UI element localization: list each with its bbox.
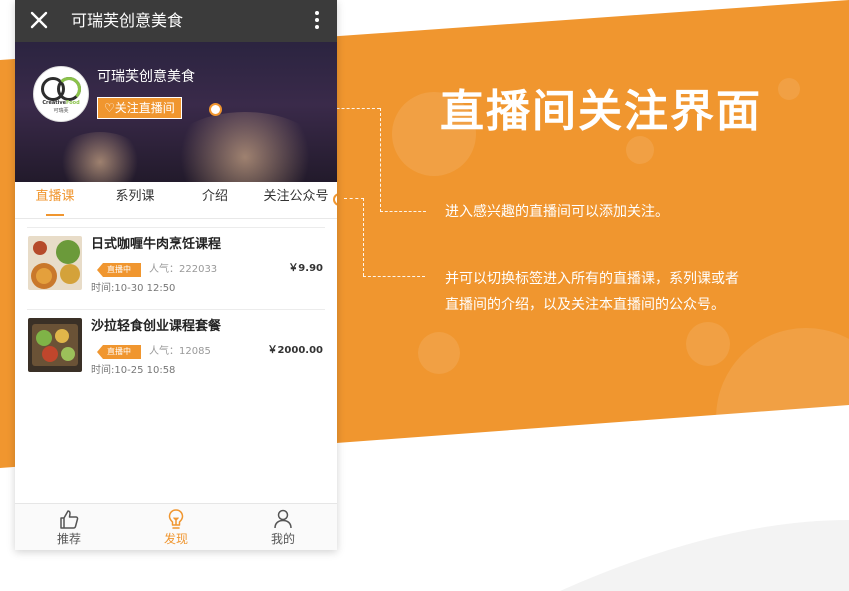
- course-tabs: 直播课 系列课 介绍 关注公众号: [15, 182, 337, 219]
- tab-label: 直播课: [35, 189, 75, 204]
- tab-label: 关注公众号: [263, 189, 329, 204]
- course-price: ￥9.90: [288, 263, 323, 274]
- live-status-badge: 直播中: [97, 263, 141, 277]
- course-thumbnail: [28, 318, 82, 372]
- live-room-header: CreativeFood 可瑞芙 可瑞芙创意美食 ♡关注直播间: [15, 42, 337, 182]
- stage-light: [55, 132, 145, 182]
- logo-ring: [57, 77, 81, 101]
- promo-description-tabs-line-2: 直播间的介绍，以及关注本直播间的公众号。: [445, 297, 725, 313]
- tab-label: 介绍: [201, 189, 228, 204]
- nav-label: 推荐: [56, 532, 81, 546]
- connector-line: [344, 198, 364, 199]
- promo-description-tabs-line-1: 并可以切换标签进入所有的直播课，系列课或者: [445, 271, 739, 287]
- promo-title: 直播间关注界面: [440, 86, 762, 137]
- app-titlebar: 可瑞芙创意美食: [15, 0, 337, 42]
- tab-label: 系列课: [115, 189, 155, 204]
- nav-label: 我的: [270, 532, 295, 546]
- lightbulb-icon: [164, 507, 188, 531]
- divider: [27, 309, 325, 310]
- logo-subtext: 可瑞芙: [53, 108, 69, 114]
- bottom-navigation: 推荐 发现 我的: [15, 503, 337, 550]
- course-thumbnail: [28, 236, 82, 290]
- course-list-item[interactable]: 日式咖喱牛肉烹饪课程 直播中 人气：222033 ￥9.90 时间:10-30 …: [15, 227, 337, 309]
- nav-mine[interactable]: 我的: [243, 504, 323, 550]
- nav-label: 发现: [163, 532, 188, 546]
- course-popularity: 人气：12085: [149, 346, 211, 357]
- shop-logo[interactable]: CreativeFood 可瑞芙: [33, 66, 89, 122]
- tab-follow-official-account[interactable]: 关注公众号: [257, 182, 335, 218]
- connector-line: [363, 198, 364, 276]
- thumbs-up-icon: [57, 507, 81, 531]
- logo-text: CreativeFood: [42, 100, 80, 106]
- course-title: 沙拉轻食创业课程套餐: [91, 319, 222, 334]
- course-time: 时间:10-30 12:50: [91, 283, 176, 294]
- window-title: 可瑞芙创意美食: [71, 11, 184, 30]
- nav-recommend[interactable]: 推荐: [29, 504, 109, 550]
- nav-discover[interactable]: 发现: [136, 504, 216, 550]
- divider: [27, 227, 325, 228]
- live-status-badge: 直播中: [97, 345, 141, 359]
- connector-line: [380, 108, 381, 212]
- tab-live-courses[interactable]: 直播课: [19, 182, 91, 218]
- follow-live-room-button[interactable]: ♡关注直播间: [97, 97, 182, 119]
- course-time: 时间:10-25 10:58: [91, 365, 176, 376]
- course-list-item[interactable]: 沙拉轻食创业课程套餐 直播中 人气：12085 ￥2000.00 时间:10-2…: [15, 309, 337, 391]
- phone-mockup: 可瑞芙创意美食 CreativeFood 可瑞芙 可瑞芙创意美食 ♡关注直播间 …: [15, 0, 337, 550]
- close-icon[interactable]: [27, 8, 51, 32]
- tab-introduction[interactable]: 介绍: [179, 182, 251, 218]
- decor-bubble: [686, 322, 730, 366]
- connector-line: [363, 276, 425, 277]
- promo-canvas: 直播间关注界面 进入感兴趣的直播间可以添加关注。 并可以切换标签进入所有的直播课…: [0, 0, 849, 591]
- decor-bubble: [418, 332, 460, 374]
- course-price: ￥2000.00: [267, 345, 323, 356]
- stage-light: [165, 112, 325, 182]
- connector-dot: [209, 103, 222, 116]
- promo-description-follow: 进入感兴趣的直播间可以添加关注。: [445, 204, 669, 220]
- tab-series-courses[interactable]: 系列课: [99, 182, 171, 218]
- course-popularity: 人气：222033: [149, 264, 218, 275]
- course-title: 日式咖喱牛肉烹饪课程: [91, 237, 222, 252]
- user-icon: [271, 507, 295, 531]
- active-tab-indicator: [46, 214, 64, 216]
- connector-line: [380, 211, 426, 212]
- shop-name: 可瑞芙创意美食: [97, 69, 195, 85]
- more-vertical-icon[interactable]: [309, 8, 325, 32]
